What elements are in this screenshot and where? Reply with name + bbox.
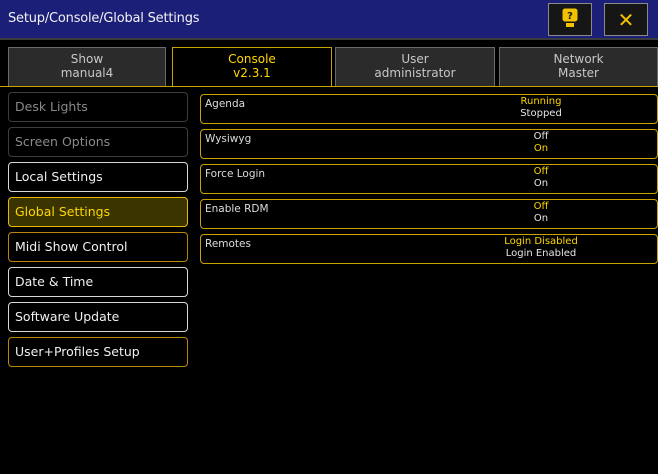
sidebar-item-midi-show-control[interactable]: Midi Show Control <box>8 232 188 262</box>
tab-network[interactable]: Network Master <box>499 47 658 86</box>
tab-network-title: Network <box>553 52 604 66</box>
tab-show-title: Show <box>70 52 104 66</box>
setting-options: Off On <box>491 131 591 155</box>
setting-option-selected: Running <box>520 96 562 107</box>
sidebar-item-software-update[interactable]: Software Update <box>8 302 188 332</box>
setting-option: Stopped <box>520 108 562 119</box>
sidebar-item-screen-options[interactable]: Screen Options <box>8 127 188 157</box>
tab-console-value: v2.3.1 <box>233 66 271 80</box>
sidebar-item-global-settings[interactable]: Global Settings <box>8 197 188 227</box>
setting-options: Off On <box>491 201 591 225</box>
tab-show-value: manual4 <box>60 66 114 80</box>
sidebar-item-desk-lights[interactable]: Desk Lights <box>8 92 188 122</box>
setting-option: Login Enabled <box>505 248 577 259</box>
tab-user-value: administrator <box>374 66 456 80</box>
setting-row-enable-rdm[interactable]: Enable RDM Off On <box>200 199 658 229</box>
setting-label: Enable RDM <box>205 203 269 215</box>
setting-label: Force Login <box>205 168 266 180</box>
setting-option-selected: Off <box>533 201 549 212</box>
setting-option: On <box>533 178 549 189</box>
setting-option-selected: On <box>533 143 549 154</box>
setting-options: Running Stopped <box>491 96 591 120</box>
setting-option: Off <box>533 131 549 142</box>
setting-row-agenda[interactable]: Agenda Running Stopped <box>200 94 658 124</box>
setting-label: Agenda <box>205 98 246 110</box>
setting-row-wysiwyg[interactable]: Wysiwyg Off On <box>200 129 658 159</box>
close-icon: ✕ <box>617 7 635 32</box>
setting-option-selected: Off <box>533 166 549 177</box>
tab-user[interactable]: User administrator <box>335 47 495 86</box>
tab-network-value: Master <box>558 66 599 80</box>
tab-user-title: User <box>401 52 429 66</box>
setting-options: Off On <box>491 166 591 190</box>
sidebar-item-local-settings[interactable]: Local Settings <box>8 162 188 192</box>
tab-console-title: Console <box>228 52 276 66</box>
sidebar-item-user-profiles-setup[interactable]: User+Profiles Setup <box>8 337 188 367</box>
svg-text:?: ? <box>567 11 573 22</box>
sidebar-item-date-time[interactable]: Date & Time <box>8 267 188 297</box>
tab-underline <box>0 86 658 87</box>
setting-label: Wysiwyg <box>205 133 252 145</box>
close-button[interactable]: ✕ <box>604 3 648 36</box>
title-bar: Setup/Console/Global Settings ? ✕ <box>0 0 658 40</box>
help-button[interactable]: ? <box>548 3 592 36</box>
window-title: Setup/Console/Global Settings <box>8 11 200 26</box>
setting-row-force-login[interactable]: Force Login Off On <box>200 164 658 194</box>
tab-bar: Show manual4 Console v2.3.1 User adminis… <box>8 47 658 86</box>
help-icon: ? <box>562 8 578 32</box>
tab-console[interactable]: Console v2.3.1 <box>172 47 332 86</box>
tab-show[interactable]: Show manual4 <box>8 47 166 86</box>
setting-option-selected: Login Disabled <box>504 236 578 247</box>
setting-row-remotes[interactable]: Remotes Login Disabled Login Enabled <box>200 234 658 264</box>
setting-options: Login Disabled Login Enabled <box>491 236 591 260</box>
setting-option: On <box>533 213 549 224</box>
setting-label: Remotes <box>205 238 251 250</box>
